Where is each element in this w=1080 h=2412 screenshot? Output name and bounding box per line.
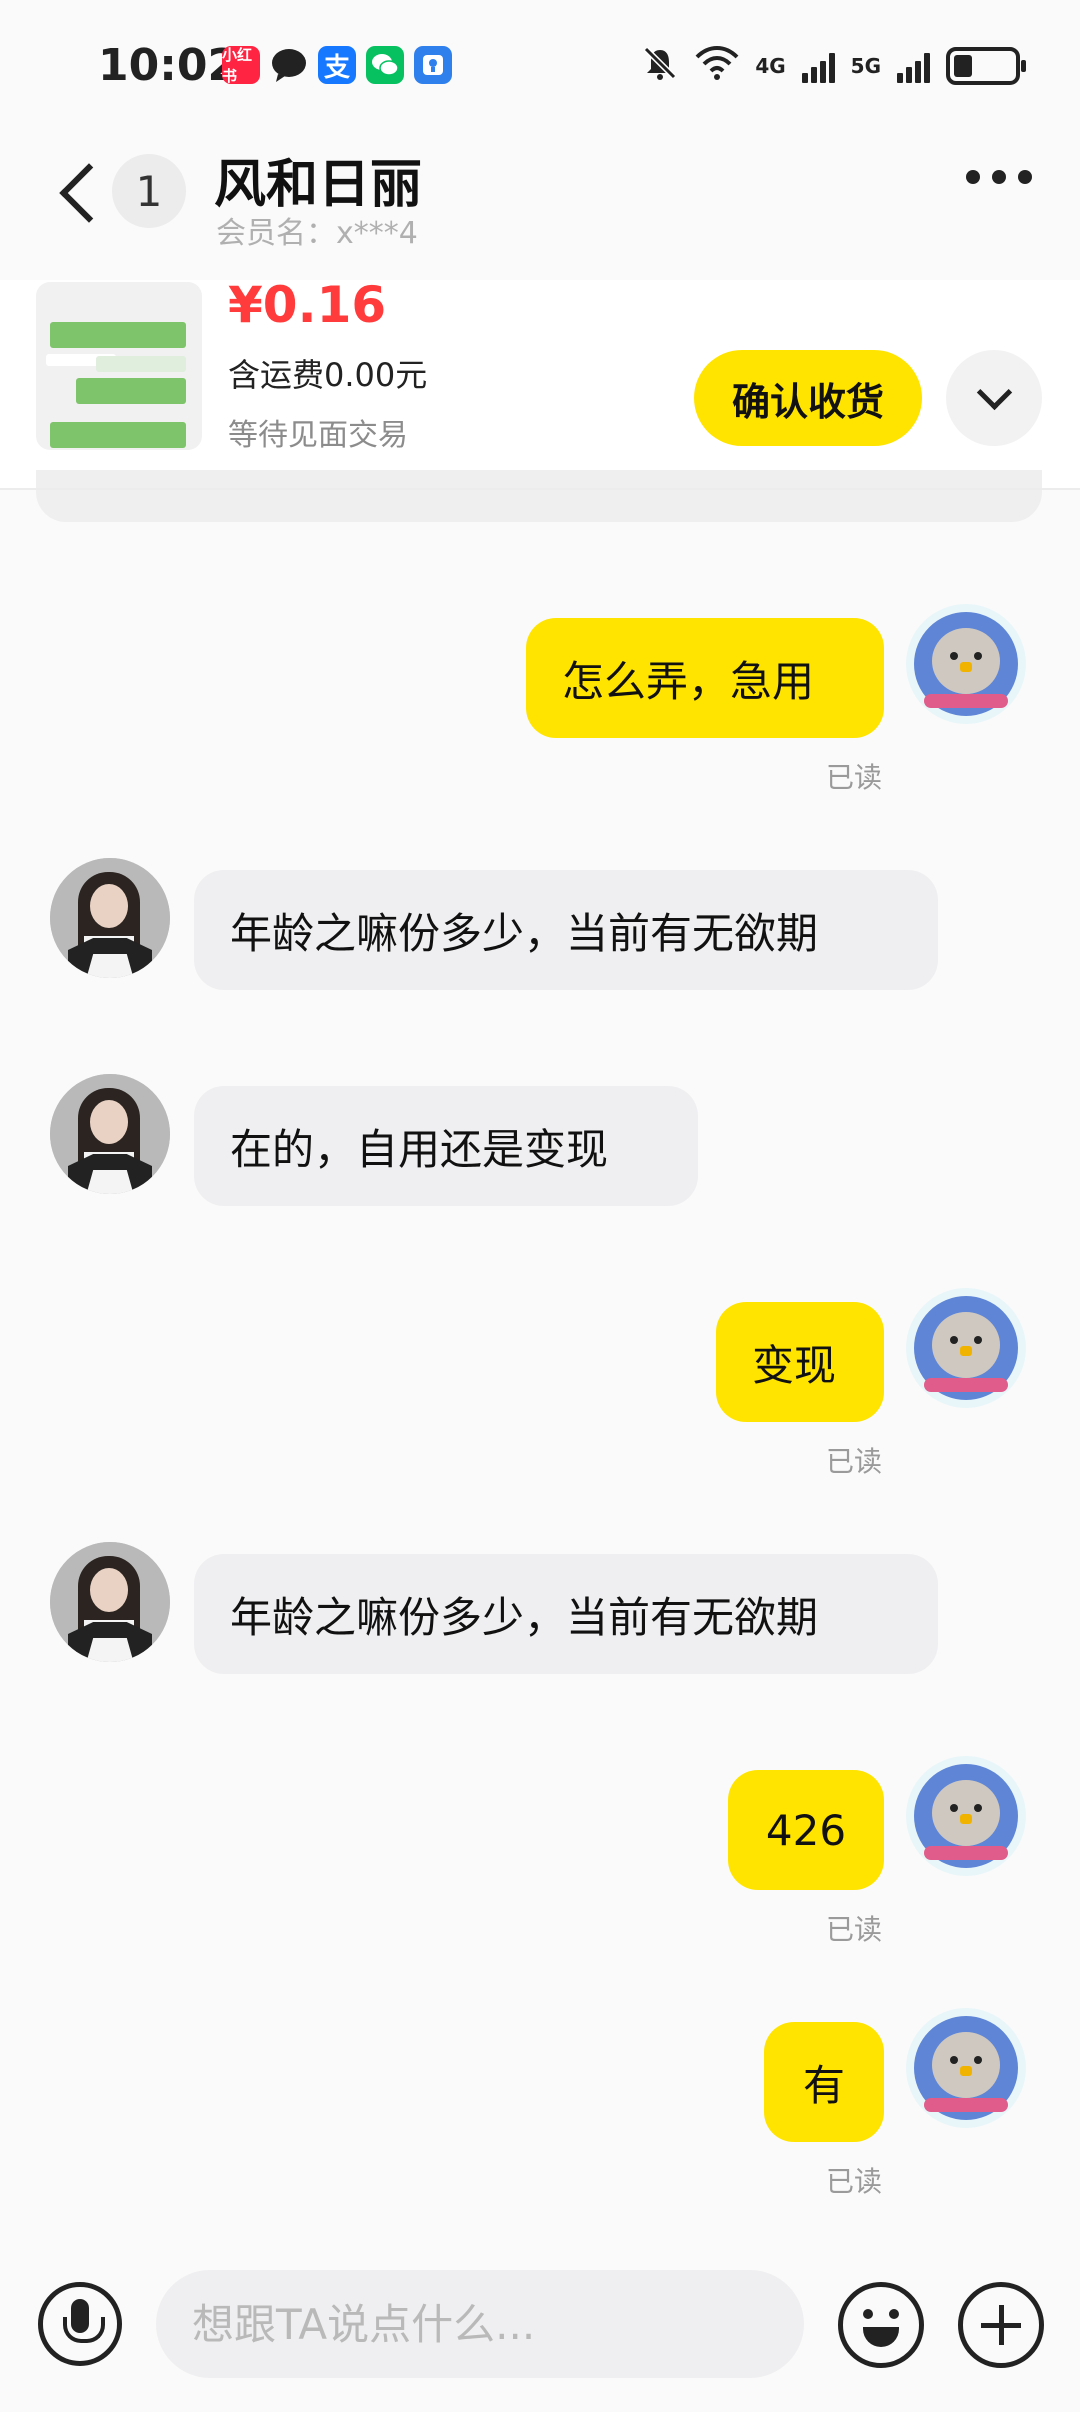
contact-avatar[interactable] (50, 1542, 170, 1662)
alipay-icon: 支 (318, 46, 356, 84)
message-input[interactable] (156, 2270, 804, 2378)
read-receipt: 已读 (826, 2165, 883, 2198)
read-receipt: 已读 (826, 761, 883, 794)
message-bubble-outgoing[interactable]: 变现 (716, 1302, 884, 1422)
message-bubble-incoming[interactable]: 年龄之嘛份多少，当前有无欲期 (194, 870, 938, 990)
product-price: ¥0.16 (228, 276, 387, 334)
chevron-down-icon[interactable] (946, 350, 1042, 446)
product-thumbnail[interactable] (36, 282, 202, 450)
confirm-receipt-button[interactable]: 确认收货 (694, 350, 922, 446)
mute-icon (641, 44, 679, 87)
my-avatar[interactable] (906, 604, 1026, 724)
microphone-icon[interactable] (38, 2282, 122, 2366)
network-5g-label: 5G (850, 53, 881, 78)
shipping-fee: 含运费0.00元 (228, 356, 428, 394)
previous-message-bubble-partial (36, 470, 1042, 522)
wechat-icon (366, 46, 404, 84)
system-indicators: 4G 5G (641, 44, 1026, 87)
signal-5g-icon (897, 49, 930, 83)
wifi-icon (695, 45, 739, 86)
blue-app-icon (414, 46, 452, 84)
message-bubble-outgoing[interactable]: 怎么弄，急用 (526, 618, 884, 738)
notification-icons: 小红书 支 (222, 46, 452, 85)
message-bubble-outgoing[interactable]: 有 (764, 2022, 884, 2142)
read-receipt: 已读 (826, 1913, 883, 1946)
more-options-icon[interactable] (966, 170, 1032, 184)
contact-avatar[interactable] (50, 858, 170, 978)
back-icon[interactable] (50, 152, 110, 232)
signal-4g-icon (801, 49, 835, 83)
input-bar (0, 2240, 1080, 2412)
order-status: 等待见面交易 (228, 418, 408, 453)
status-time: 10:02 (98, 40, 239, 91)
message-icon (270, 46, 308, 84)
chat-header: 1 风和日丽 会员名：x***4 (0, 130, 1080, 280)
message-bubble-incoming[interactable]: 在的，自用还是变现 (194, 1086, 698, 1206)
network-4g-label: 4G (755, 53, 786, 78)
chat-title: 风和日丽 (214, 155, 423, 215)
battery-icon (946, 46, 1026, 85)
read-receipt: 已读 (826, 1445, 883, 1478)
my-avatar[interactable] (906, 2008, 1026, 2128)
my-avatar[interactable] (906, 1756, 1026, 1876)
plus-icon[interactable] (958, 2282, 1044, 2368)
message-bubble-outgoing[interactable]: 426 (728, 1770, 884, 1890)
my-avatar[interactable] (906, 1288, 1026, 1408)
contact-avatar[interactable] (50, 1074, 170, 1194)
member-name: 会员名：x***4 (216, 216, 418, 251)
unread-count-badge[interactable]: 1 (112, 154, 186, 228)
message-bubble-incoming[interactable]: 年龄之嘛份多少，当前有无欲期 (194, 1554, 938, 1674)
divider (0, 488, 1080, 490)
status-bar: 10:02 小红书 支 4G 5G (0, 0, 1080, 130)
product-card[interactable]: ¥0.16 含运费0.00元 等待见面交易 确认收货 (0, 276, 1080, 490)
emoji-icon[interactable] (838, 2282, 924, 2368)
xiaohongshu-icon: 小红书 (222, 46, 260, 85)
